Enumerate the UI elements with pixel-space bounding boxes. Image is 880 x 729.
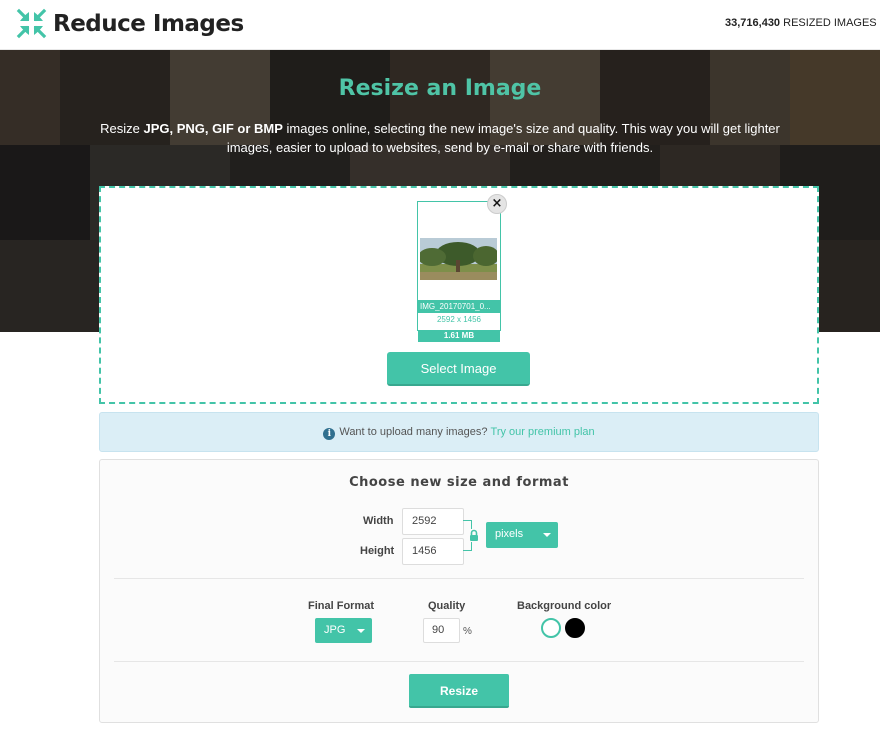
logo-text: Reduce Images (53, 10, 244, 37)
background-color-label: Background color (517, 600, 612, 612)
resize-settings-panel: Choose new size and format Width 2592 He… (99, 459, 819, 723)
premium-plan-link[interactable]: Try our premium plan (491, 426, 595, 438)
unit-selected: pixels (495, 528, 524, 540)
file-dimensions: 2592 x 1456 (436, 315, 482, 324)
resized-counter: 33,716,430 RESIZED IMAGES SO (725, 17, 880, 29)
settings-title: Choose new size and format (349, 475, 569, 490)
chevron-down-icon (543, 533, 551, 537)
info-icon: i (323, 428, 336, 440)
quality-unit: % (463, 626, 472, 637)
image-dropzone[interactable]: IMG_20170701_0... 2592 x 1456 1.61 MB × … (99, 186, 819, 404)
file-name: IMG_20170701_0... (418, 300, 500, 313)
remove-image-button[interactable]: × (487, 194, 507, 214)
format-label: Final Format (308, 600, 375, 612)
page-title: Resize an Image (338, 76, 542, 101)
image-thumbnail (420, 238, 497, 280)
unit-select[interactable]: pixels (486, 522, 558, 548)
width-input[interactable]: 2592 (402, 508, 464, 535)
premium-info-bar: i Want to upload many images? Try our prem… (99, 412, 819, 452)
format-selected: JPG (324, 624, 346, 636)
logo[interactable]: Reduce Images (16, 8, 244, 39)
quality-label: Quality (428, 600, 466, 612)
top-header: Reduce Images 33,716,430 RESIZED IMAGES … (0, 0, 880, 50)
chevron-down-icon (357, 629, 365, 633)
divider (114, 578, 804, 579)
counter-value: 33,716,430 (725, 17, 781, 29)
height-label: Height (360, 545, 395, 557)
divider (114, 661, 804, 662)
info-text: Want to upload many images? (339, 426, 488, 438)
supported-formats: JPG, PNG, GIF or BMP (143, 121, 283, 136)
format-select[interactable]: JPG (315, 618, 372, 643)
file-size: 1.61 MB (418, 330, 500, 342)
lock-icon[interactable] (468, 529, 480, 542)
quality-input[interactable]: 90 (423, 618, 460, 643)
counter-label: RESIZED IMAGES SO (783, 17, 880, 29)
uploaded-image-card[interactable]: IMG_20170701_0... 2592 x 1456 1.61 MB (417, 201, 501, 342)
background-white-option[interactable] (541, 618, 561, 638)
height-input[interactable]: 1456 (402, 538, 464, 565)
compress-arrows-icon (16, 8, 47, 39)
select-image-button[interactable]: Select Image (387, 352, 530, 386)
resize-button[interactable]: Resize (409, 674, 509, 708)
background-black-option[interactable] (565, 618, 585, 638)
page-description: Resize JPG, PNG, GIF or BMP images onlin… (100, 121, 780, 155)
width-label: Width (363, 515, 394, 527)
